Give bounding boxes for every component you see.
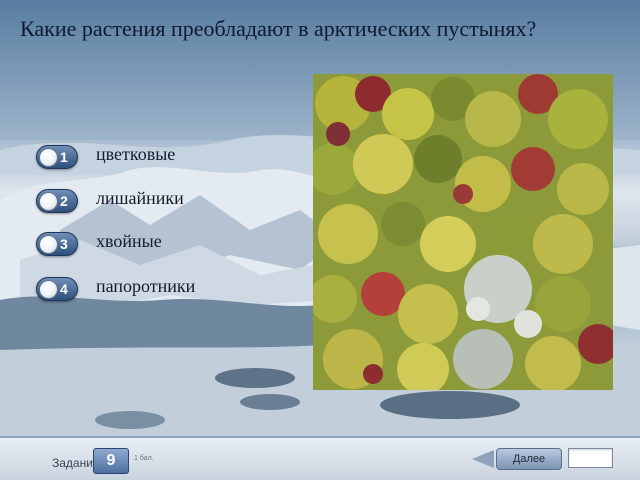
radio-button[interactable] [39, 192, 58, 211]
answer-option-3[interactable]: 3 хвойные [36, 230, 296, 258]
radio-button[interactable] [39, 280, 58, 299]
option-label: хвойные [96, 231, 162, 251]
radio-button[interactable] [39, 148, 58, 167]
answer-option-4[interactable]: 4 папоротники [36, 275, 296, 303]
task-number-badge: 9 [93, 448, 129, 474]
option-label: лишайники [96, 188, 184, 208]
radio-button[interactable] [39, 235, 58, 254]
option-number: 4 [60, 281, 68, 297]
answer-input-field[interactable] [568, 448, 613, 468]
answer-option-1[interactable]: 1 цветковые [36, 143, 296, 171]
option-badge: 3 [36, 232, 78, 256]
footer-bar: Задание 9 1 бал. Далее [0, 436, 640, 480]
option-badge: 2 [36, 189, 78, 213]
question-text: Какие растения преобладают в арктических… [20, 16, 537, 41]
vegetation-photo [313, 74, 613, 390]
option-label: цветковые [96, 144, 176, 164]
arrow-right-icon [472, 450, 494, 468]
option-badge: 4 [36, 277, 78, 301]
option-label: папоротники [96, 276, 196, 296]
option-badge: 1 [36, 145, 78, 169]
next-button[interactable]: Далее [496, 448, 562, 470]
option-number: 3 [60, 236, 68, 252]
score-label: 1 бал. [134, 455, 154, 462]
answer-option-2[interactable]: 2 лишайники [36, 187, 296, 215]
option-number: 1 [60, 149, 68, 165]
option-number: 2 [60, 193, 68, 209]
